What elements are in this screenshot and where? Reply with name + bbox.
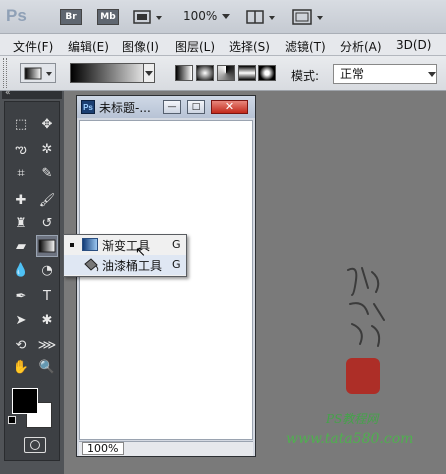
paint-bucket-icon [82, 257, 100, 272]
default-colors-icon[interactable] [8, 416, 16, 424]
gradient-tool-icon [24, 67, 52, 80]
calligraphy-watermark [338, 260, 398, 350]
custom-shape-tool-icon[interactable]: ✱ [36, 310, 58, 332]
brush-tool-icon[interactable]: 🖌 [36, 190, 58, 212]
bridge-button[interactable]: Br [60, 9, 82, 25]
eraser-tool-icon[interactable]: ▰ [10, 236, 32, 258]
document-title: 未标题-... [99, 101, 151, 115]
history-brush-tool-icon[interactable]: ↺ [36, 213, 58, 235]
gradient-picker-button[interactable] [143, 63, 155, 83]
mode-select[interactable]: 正常 [333, 64, 437, 84]
gradient-tool-icon [38, 239, 56, 253]
document-zoom-field[interactable]: 100% [82, 442, 124, 455]
chevron-down-icon [428, 72, 436, 77]
gradient-swatch[interactable] [70, 63, 154, 83]
menu-image[interactable]: 图像(I) [122, 38, 159, 55]
dodge-tool-icon[interactable]: ◔ [36, 260, 58, 282]
tool-preset-picker[interactable] [20, 63, 56, 83]
3d-orbit-tool-icon[interactable]: ⋙ [36, 335, 58, 357]
collapse-icon[interactable]: « [5, 88, 11, 98]
photoshop-document-icon: Ps [81, 100, 95, 114]
watermark-site-name: PS教程网 [326, 412, 379, 426]
tools-panel-header[interactable]: « [2, 88, 62, 99]
reflected-gradient-button[interactable] [238, 65, 256, 81]
zoom-tool-icon[interactable]: 🔍 [36, 357, 58, 379]
arrange-documents-icon [246, 10, 275, 24]
photoshop-logo: Ps [6, 6, 27, 25]
menu-file[interactable]: 文件(F) [13, 38, 53, 55]
menu-3d[interactable]: 3D(D) [396, 38, 431, 52]
menu-filter[interactable]: 滤镜(T) [285, 38, 326, 55]
lasso-tool-icon[interactable]: ఌ [10, 139, 32, 161]
clone-stamp-tool-icon[interactable]: ♜ [10, 213, 32, 235]
zoom-level[interactable]: 100% [183, 9, 217, 23]
magic-wand-tool-icon[interactable]: ✲ [36, 139, 58, 161]
mode-label: 模式: [291, 69, 320, 83]
menu-layer[interactable]: 图层(L) [175, 38, 215, 55]
menu-select[interactable]: 选择(S) [229, 38, 270, 55]
menu-analysis[interactable]: 分析(A) [340, 38, 382, 55]
view-extras-button[interactable] [131, 7, 165, 26]
pen-tool-icon[interactable]: ✒ [10, 286, 32, 308]
close-button[interactable]: ✕ [211, 100, 248, 114]
path-selection-tool-icon[interactable]: ➤ [10, 310, 32, 332]
arrange-documents-button[interactable] [244, 7, 278, 26]
flyout-item-paint-bucket-tool[interactable]: 油漆桶工具 G [64, 255, 186, 275]
foreground-color-swatch[interactable] [12, 388, 38, 414]
blur-tool-icon[interactable]: 💧 [10, 260, 32, 282]
healing-brush-tool-icon[interactable]: ✚ [10, 190, 32, 212]
watermark-url: www.tata580.com [286, 431, 414, 447]
linear-gradient-button[interactable] [175, 65, 193, 81]
hand-tool-icon[interactable]: ✋ [10, 357, 32, 379]
gradient-tool-icon [82, 238, 98, 251]
gradient-tool-button[interactable] [36, 235, 58, 257]
flyout-item-shortcut: G [172, 238, 181, 251]
type-tool-icon[interactable]: T [36, 286, 58, 308]
marquee-tool-icon[interactable]: ⬚ [10, 114, 32, 136]
flyout-item-shortcut: G [172, 258, 181, 271]
crop-tool-icon[interactable]: ⌗ [10, 163, 32, 185]
screen-mode-icon [292, 9, 323, 25]
document-canvas[interactable] [79, 120, 253, 440]
zoom-dropdown-icon[interactable] [222, 14, 230, 19]
move-tool-icon[interactable]: ✥ [36, 114, 58, 136]
eyedropper-tool-icon[interactable]: ✎ [36, 163, 58, 185]
3d-rotate-tool-icon[interactable]: ⟲ [10, 335, 32, 357]
mini-bridge-button[interactable]: Mb [97, 9, 119, 25]
flyout-item-gradient-tool[interactable]: 渐变工具 G [64, 235, 186, 255]
diamond-gradient-button[interactable] [258, 65, 276, 81]
maximize-button[interactable]: □ [187, 100, 205, 114]
quick-mask-button[interactable] [24, 437, 46, 453]
menu-edit[interactable]: 编辑(E) [68, 38, 109, 55]
mouse-cursor-icon: ↖ [135, 245, 146, 260]
angle-gradient-button[interactable] [217, 65, 235, 81]
chevron-down-icon [145, 71, 153, 76]
seal-stamp [346, 358, 380, 394]
radial-gradient-button[interactable] [196, 65, 214, 81]
quick-mask-icon [30, 440, 40, 450]
minimize-button[interactable]: — [163, 100, 181, 114]
active-bullet-icon [70, 243, 74, 247]
options-grip[interactable] [3, 58, 7, 88]
flyout-item-label: 油漆桶工具 [102, 259, 163, 273]
screen-mode-button[interactable] [290, 7, 326, 26]
view-extras-icon [133, 10, 162, 24]
